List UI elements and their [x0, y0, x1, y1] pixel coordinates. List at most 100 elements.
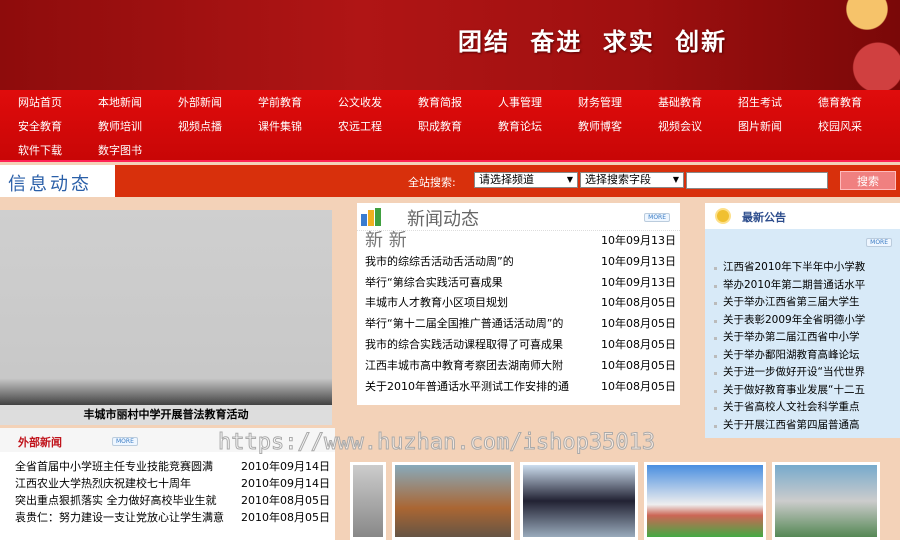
- notice-link[interactable]: 关于举办鄱阳湖教育高峰论坛: [705, 347, 900, 365]
- news-date: 10年08月05日: [601, 337, 676, 351]
- nav-item[interactable]: 本地新闻: [98, 94, 178, 110]
- nav-item[interactable]: 课件集锦: [258, 118, 338, 134]
- notice-link[interactable]: 关于进一步做好开设“当代世界: [705, 364, 900, 382]
- news-link[interactable]: 我市的综合实践活动课程取得了可喜成果: [365, 335, 563, 356]
- photo[interactable]: [392, 462, 514, 540]
- search-input[interactable]: [686, 172, 828, 189]
- nav-row: 网站首页 本地新闻 外部新闻 学前教育 公文收发 教育简报 人事管理 财务管理 基础教育 招生考试…: [0, 90, 900, 114]
- list-item[interactable]: 江西丰城市高中教育考察团去湖南师大附 10年08月05日: [357, 356, 676, 377]
- list-item[interactable]: 丰城市人才教育小区项目规划 10年08月05日: [357, 293, 676, 314]
- watermark: https://www.huzhan.com/ishop35013: [217, 430, 656, 456]
- nav-item[interactable]: 教师培训: [98, 118, 178, 134]
- photo[interactable]: [644, 462, 766, 540]
- notice-link[interactable]: 关于省高校人文社会科学重点: [705, 399, 900, 417]
- section-title: 信息动态: [0, 165, 115, 197]
- nav-item[interactable]: 财务管理: [578, 94, 658, 110]
- nav-item[interactable]: 学前教育: [258, 94, 338, 110]
- external-news-title: 外部新闻: [18, 436, 62, 449]
- photo[interactable]: [350, 462, 386, 540]
- notice-link[interactable]: 关于表彰2009年全省明德小学: [705, 312, 900, 330]
- notice-link[interactable]: 关于举办江西省第三届大学生: [705, 294, 900, 312]
- nav-item[interactable]: 视频会议: [658, 118, 738, 134]
- nav-item[interactable]: 数字图书: [98, 142, 178, 158]
- list-item[interactable]: 新 新 10年09月13日: [357, 230, 676, 252]
- news-link[interactable]: 突出重点狠抓落实 全力做好高校毕业生就: [15, 492, 217, 509]
- news-link[interactable]: 全省首届中小学班主任专业技能竞赛圆满: [15, 458, 213, 475]
- chevron-down-icon: ▼: [566, 175, 573, 184]
- news-date: 2010年09月14日: [241, 460, 330, 473]
- news-link[interactable]: 新 新: [365, 230, 407, 252]
- nav-item[interactable]: 软件下载: [18, 142, 98, 158]
- list-item[interactable]: 我市的综合实践活动课程取得了可喜成果 10年08月05日: [357, 335, 676, 356]
- list-item[interactable]: 袁贵仁：努力建设一支让党放心让学生满意 2010年08月05日: [0, 509, 335, 526]
- notice-link[interactable]: 举办2010年第二期普通话水平: [705, 277, 900, 295]
- photo[interactable]: [772, 462, 880, 540]
- more-button[interactable]: MORE: [644, 213, 670, 222]
- news-panel: 新闻动态 MORE 新 新 10年09月13日 我市的综综舌活动舌活动周”的 10年0…: [357, 203, 680, 405]
- news-link[interactable]: 江西丰城市高中教育考察团去湖南师大附: [365, 356, 563, 377]
- photo[interactable]: [520, 462, 638, 540]
- chevron-down-icon: ▼: [672, 175, 679, 184]
- feature-caption[interactable]: 丰城市丽村中学开展普法教育活动: [0, 405, 332, 425]
- news-date: 10年08月05日: [601, 358, 676, 372]
- bar-chart-icon: [361, 208, 381, 226]
- nav-item[interactable]: 招生考试: [738, 94, 818, 110]
- nav-item[interactable]: 外部新闻: [178, 94, 258, 110]
- nav-item[interactable]: 网站首页: [18, 94, 98, 110]
- feature-image[interactable]: [0, 210, 332, 408]
- news-link[interactable]: 举行“第十二届全国推广普通话活动周”的: [365, 314, 563, 335]
- list-item[interactable]: 举行“第十二届全国推广普通话活动周”的 10年08月05日: [357, 314, 676, 335]
- nav-item[interactable]: 图片新闻: [738, 118, 818, 134]
- channel-select-value: 请选择频道: [479, 173, 534, 186]
- main-nav: 网站首页 本地新闻 外部新闻 学前教育 公文收发 教育简报 人事管理 财务管理 基础教育 招生考试…: [0, 90, 900, 162]
- more-button[interactable]: MORE: [112, 437, 138, 446]
- nav-item[interactable]: 教师博客: [578, 118, 658, 134]
- nav-item[interactable]: 教育论坛: [498, 118, 578, 134]
- news-date: 2010年09月14日: [241, 477, 330, 490]
- nav-item[interactable]: 人事管理: [498, 94, 578, 110]
- channel-select[interactable]: 请选择频道 ▼: [474, 172, 578, 188]
- nav-item[interactable]: 公文收发: [338, 94, 418, 110]
- nav-item[interactable]: 德育教育: [818, 94, 898, 110]
- list-item[interactable]: 关于2010年普通话水平测试工作安排的通 10年08月05日: [357, 377, 676, 398]
- nav-item[interactable]: 职成教育: [418, 118, 498, 134]
- nav-item[interactable]: 基础教育: [658, 94, 738, 110]
- news-link[interactable]: 江西农业大学热烈庆祝建校七十周年: [15, 475, 191, 492]
- nav-item[interactable]: 农远工程: [338, 118, 418, 134]
- nav-row: 软件下载 数字图书: [0, 138, 900, 162]
- search-bar: 信息动态 全站搜索: 请选择频道 ▼ 选择搜索字段 ▼ 搜索: [0, 165, 900, 197]
- news-date: 10年08月05日: [601, 296, 676, 310]
- news-date: 2010年08月05日: [241, 494, 330, 507]
- list-item[interactable]: 突出重点狠抓落实 全力做好高校毕业生就 2010年08月05日: [0, 492, 335, 509]
- search-label: 全站搜索:: [408, 176, 456, 189]
- news-link[interactable]: 关于2010年普通话水平测试工作安排的通: [365, 377, 569, 398]
- search-button[interactable]: 搜索: [840, 171, 896, 190]
- news-link[interactable]: 我市的综综舌活动舌活动周”的: [365, 252, 514, 273]
- more-button[interactable]: MORE: [866, 238, 892, 247]
- notice-link[interactable]: 关于举办第二届江西省中小学: [705, 329, 900, 347]
- field-select-value: 选择搜索字段: [585, 173, 651, 186]
- notice-link[interactable]: 关于开展江西省第四届普通高: [705, 417, 900, 435]
- site-header: 团结 奋进 求实 创新: [0, 0, 900, 90]
- news-date: 2010年08月05日: [241, 511, 330, 524]
- nav-item[interactable]: 校园风采: [818, 118, 898, 134]
- sun-icon: [715, 208, 731, 224]
- list-item[interactable]: 我市的综综舌活动舌活动周”的 10年09月13日: [357, 252, 676, 273]
- list-item[interactable]: 全省首届中小学班主任专业技能竞赛圆满 2010年09月14日: [0, 458, 335, 475]
- nav-item[interactable]: 安全教育: [18, 118, 98, 134]
- field-select[interactable]: 选择搜索字段 ▼: [580, 172, 684, 188]
- news-link[interactable]: 举行“第综合实践活可喜成果: [365, 273, 503, 294]
- nav-item[interactable]: 视频点播: [178, 118, 258, 134]
- list-item[interactable]: 举行“第综合实践活可喜成果 10年09月13日: [357, 273, 676, 294]
- slogan: 团结 奋进 求实 创新: [458, 28, 728, 56]
- news-link[interactable]: 袁贵仁：努力建设一支让党放心让学生满意: [15, 509, 224, 526]
- list-item[interactable]: 江西农业大学热烈庆祝建校七十周年 2010年09月14日: [0, 475, 335, 492]
- notice-link[interactable]: 江西省2010年下半年中小学教: [705, 259, 900, 277]
- notice-link[interactable]: 关于做好教育事业发展“十二五: [705, 382, 900, 400]
- news-date: 10年08月05日: [601, 379, 676, 393]
- news-link[interactable]: 丰城市人才教育小区项目规划: [365, 293, 508, 314]
- news-date: 10年08月05日: [601, 317, 676, 331]
- nav-item[interactable]: 教育简报: [418, 94, 498, 110]
- news-date: 10年09月13日: [601, 275, 676, 289]
- news-date: 10年09月13日: [601, 234, 676, 247]
